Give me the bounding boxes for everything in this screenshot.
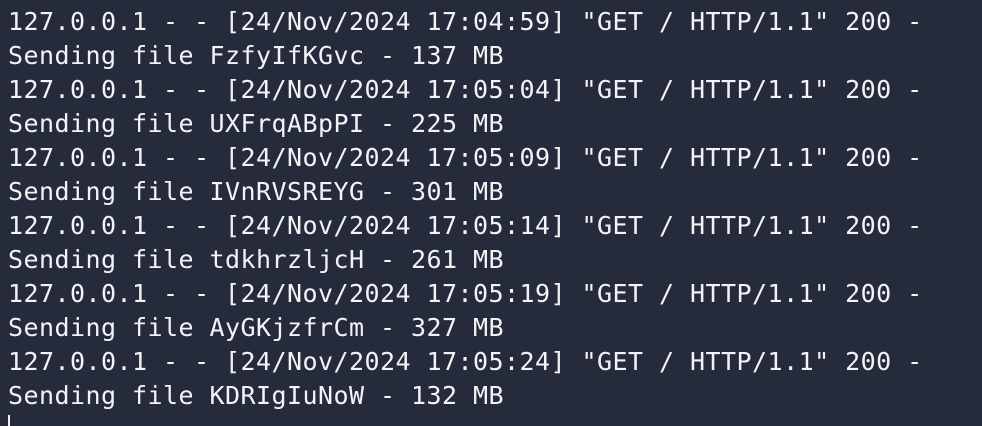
log-request-line: 127.0.0.1 - - [24/Nov/2024 17:05:14] "GE…	[8, 211, 923, 240]
log-request-line: 127.0.0.1 - - [24/Nov/2024 17:05:09] "GE…	[8, 143, 923, 172]
log-request-line: 127.0.0.1 - - [24/Nov/2024 17:04:59] "GE…	[8, 7, 923, 36]
log-file-line: Sending file UXFrqABpPI - 225 MB	[8, 109, 505, 138]
log-file-line: Sending file tdkhrzljcH - 261 MB	[8, 245, 505, 274]
text-cursor	[8, 415, 10, 426]
log-request-line: 127.0.0.1 - - [24/Nov/2024 17:05:19] "GE…	[8, 279, 923, 308]
log-file-line: Sending file AyGKjzfrCm - 327 MB	[8, 313, 505, 342]
log-file-line: Sending file FzfyIfKGvc - 137 MB	[8, 41, 505, 70]
terminal-window[interactable]: 127.0.0.1 - - [24/Nov/2024 17:04:59] "GE…	[0, 0, 982, 426]
log-request-line: 127.0.0.1 - - [24/Nov/2024 17:05:24] "GE…	[8, 347, 923, 376]
terminal-output: 127.0.0.1 - - [24/Nov/2024 17:04:59] "GE…	[8, 5, 923, 413]
log-file-line: Sending file IVnRVSREYG - 301 MB	[8, 177, 505, 206]
log-file-line: Sending file KDRIgIuNoW - 132 MB	[8, 381, 505, 410]
log-request-line: 127.0.0.1 - - [24/Nov/2024 17:05:04] "GE…	[8, 75, 923, 104]
